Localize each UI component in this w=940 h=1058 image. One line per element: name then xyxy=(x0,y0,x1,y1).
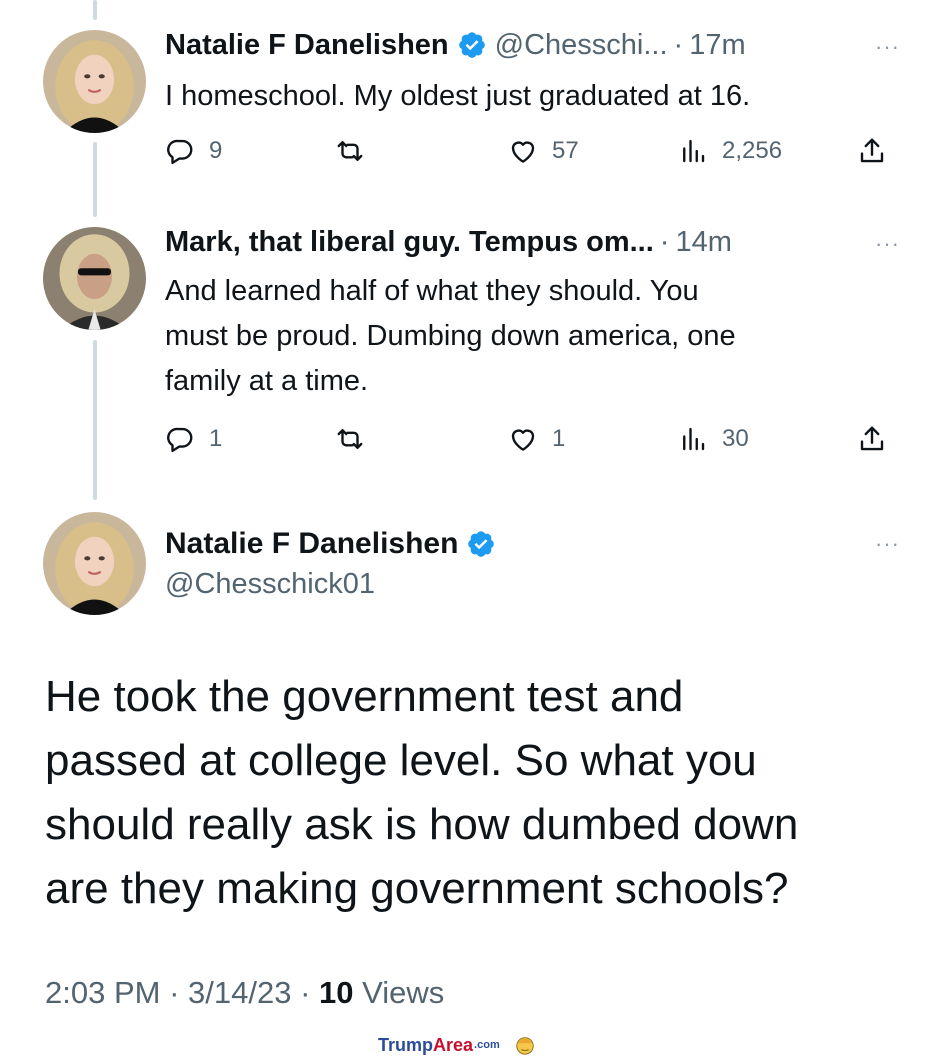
heart-icon xyxy=(511,429,535,451)
views-button[interactable]: 2,256 xyxy=(678,133,782,169)
more-options-icon[interactable]: ··· xyxy=(875,233,900,255)
tweet-time[interactable]: 2:03 PM xyxy=(45,975,160,1010)
thread-line-2 xyxy=(93,340,97,500)
reply-button[interactable]: 9 xyxy=(165,133,222,169)
views-count: 2,256 xyxy=(722,137,783,164)
like-count: 57 xyxy=(552,137,579,164)
heart-icon xyxy=(511,141,535,163)
tweet-meta: 2:03 PM · 3/14/23 · 10 Views xyxy=(45,975,444,1011)
tweet-text-line: passed at college level. So what you xyxy=(45,736,757,785)
watermark-com: .com xyxy=(474,1039,500,1051)
tweet-text-line: must be proud. Dumbing down america, one xyxy=(165,320,736,352)
tweet-header: Mark, that liberal guy. Tempus om... · 1… xyxy=(165,224,900,260)
verified-badge-icon xyxy=(468,531,495,557)
views-icon xyxy=(683,427,705,451)
more-options-icon[interactable]: ··· xyxy=(875,533,900,555)
avatar[interactable] xyxy=(43,227,146,330)
main-tweet-header: Natalie F Danelishen xyxy=(165,525,496,563)
thread-line-1 xyxy=(93,142,97,217)
timestamp[interactable]: 14m xyxy=(675,226,731,259)
views-label: Views xyxy=(362,975,445,1010)
author-name[interactable]: Natalie F Danelishen xyxy=(165,527,458,561)
more-options-icon[interactable]: ··· xyxy=(875,36,900,58)
retweet-button[interactable] xyxy=(335,421,365,457)
share-icon xyxy=(860,426,884,451)
watermark-trump: Trump xyxy=(378,1034,434,1055)
watermark-area: Area xyxy=(433,1034,474,1055)
views-icon xyxy=(683,139,705,163)
tweet-header: Natalie F Danelishen @Chesschi... · 17m xyxy=(165,27,900,63)
tweet-text: And learned half of what they should. Yo… xyxy=(165,269,900,404)
like-count: 1 xyxy=(552,425,566,452)
separator: · xyxy=(169,975,180,1010)
tweet-date[interactable]: 3/14/23 xyxy=(188,975,291,1010)
tweet-text-line: are they making government schools? xyxy=(45,864,789,913)
tweet-text-line: And learned half of what they should. Yo… xyxy=(165,275,699,307)
tweet-text-line: He took the government test and xyxy=(45,672,684,721)
views-count: 10 xyxy=(319,975,354,1010)
tweet-text: I homeschool. My oldest just graduated a… xyxy=(165,80,751,112)
thread-line-top xyxy=(93,0,97,20)
action-bar: 1 1 30 xyxy=(165,421,900,457)
avatar[interactable] xyxy=(43,30,146,133)
author-handle[interactable]: @Chesschick01 xyxy=(165,568,375,601)
retweet-button[interactable] xyxy=(335,133,365,169)
views-button[interactable]: 30 xyxy=(678,421,749,457)
watermark: Trump Area .com xyxy=(378,1033,536,1057)
avatar[interactable] xyxy=(43,512,146,615)
retweet-icon xyxy=(337,429,363,449)
views-count: 30 xyxy=(722,425,749,452)
like-button[interactable]: 1 xyxy=(508,421,565,457)
watermark-face-icon xyxy=(516,1037,534,1055)
action-bar: 9 57 2,256 xyxy=(165,133,900,169)
author-handle[interactable]: @Chesschi... xyxy=(495,29,668,62)
timestamp[interactable]: 17m xyxy=(689,29,745,62)
tweet-text-line: should really ask is how dumbed down xyxy=(45,800,799,849)
reply-icon xyxy=(167,139,193,165)
like-button[interactable]: 57 xyxy=(508,133,579,169)
reply-icon xyxy=(167,427,193,453)
share-icon xyxy=(860,138,884,163)
reply-count: 9 xyxy=(209,137,223,164)
separator: · xyxy=(300,975,311,1010)
author-name[interactable]: Mark, that liberal guy. Tempus om... xyxy=(165,226,654,259)
main-tweet-text: He took the government test and passed a… xyxy=(45,665,900,921)
share-button[interactable] xyxy=(857,133,887,169)
separator: · xyxy=(673,28,684,61)
reply-button[interactable]: 1 xyxy=(165,421,222,457)
reply-count: 1 xyxy=(209,425,223,452)
share-button[interactable] xyxy=(857,421,887,457)
author-name[interactable]: Natalie F Danelishen xyxy=(165,29,449,62)
retweet-icon xyxy=(337,141,363,161)
separator: · xyxy=(659,225,670,258)
verified-badge-icon xyxy=(458,32,485,58)
tweet-text-line: family at a time. xyxy=(165,365,369,397)
